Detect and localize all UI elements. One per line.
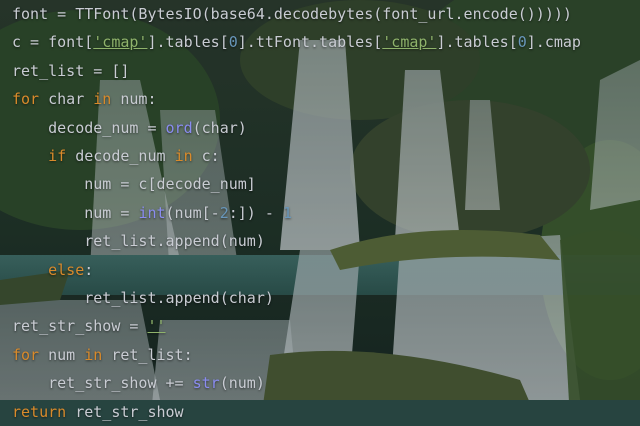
- code-token: ].cmap: [526, 33, 581, 52]
- code-token: decode_num: [66, 147, 175, 165]
- code-token: 2: [219, 203, 229, 222]
- code-token: for: [12, 90, 40, 109]
- code-token: num = c[decode_num]: [12, 175, 256, 194]
- code-editor[interactable]: font = TTFont(BytesIO(base64.decodebytes…: [0, 0, 640, 426]
- code-token: decode_num =: [12, 118, 166, 137]
- code-token: ret_list:: [102, 345, 193, 364]
- code-token: ret_str_show =: [12, 317, 148, 336]
- code-token: :]) -: [228, 203, 283, 222]
- code-token: 'cmap': [382, 33, 437, 52]
- code-token: (char): [192, 118, 247, 137]
- code-token: num:: [111, 90, 157, 109]
- code-token: str: [192, 374, 220, 393]
- code-token: ].tables[: [147, 33, 229, 52]
- code-token: for: [12, 345, 40, 364]
- code-token: num =: [12, 203, 139, 222]
- code-line: ret_list.append(num): [12, 227, 265, 255]
- code-token: :: [84, 260, 94, 279]
- code-line: font = TTFont(BytesIO(base64.decodebytes…: [12, 0, 572, 28]
- code-token: 'cmap': [93, 33, 148, 52]
- code-token: in: [84, 345, 103, 364]
- code-line: c = font['cmap'].tables[0].ttFont.tables…: [12, 28, 581, 56]
- code-line: ret_str_show = '': [12, 312, 166, 340]
- code-token: in: [174, 147, 193, 165]
- code-token: return: [12, 402, 67, 421]
- code-token: ord: [165, 118, 193, 137]
- code-token: ].tables[: [436, 33, 518, 52]
- code-line: decode_num = ord(char): [12, 114, 247, 142]
- code-token: font = TTFont(BytesIO(base64.decodebytes…: [12, 5, 572, 23]
- code-line: ret_str_show += str(num): [12, 369, 265, 397]
- code-token: c:: [192, 147, 220, 165]
- code-line: else:: [12, 256, 93, 284]
- code-line: num = int(num[-2:]) - 1: [12, 199, 292, 227]
- code-line: for char in num:: [12, 85, 157, 113]
- code-token: num: [39, 345, 85, 364]
- code-token: char: [39, 90, 94, 109]
- code-token: ret_str_show: [66, 402, 184, 421]
- code-token: '': [147, 317, 166, 336]
- code-line: num = c[decode_num]: [12, 170, 256, 198]
- code-token: ret_list = []: [12, 61, 130, 80]
- code-token: (num): [219, 374, 265, 393]
- code-token: 0: [517, 33, 527, 52]
- code-line: for num in ret_list:: [12, 341, 193, 369]
- code-token: if: [48, 147, 67, 165]
- code-token: ret_str_show +=: [12, 374, 193, 393]
- code-token: ret_list.append(num): [12, 232, 265, 251]
- code-line: return ret_str_show: [12, 398, 184, 426]
- code-line: ret_list = []: [12, 57, 129, 85]
- code-token: 0: [228, 33, 238, 52]
- code-token: c = font[: [12, 33, 94, 52]
- code-token: else: [48, 260, 85, 279]
- code-token: 1: [282, 203, 292, 222]
- code-line: ret_list.append(char): [12, 284, 274, 312]
- code-token: int: [138, 203, 166, 222]
- code-token: in: [93, 90, 112, 109]
- code-line: if decode_num in c:: [12, 142, 220, 170]
- code-token: (num[-: [165, 203, 220, 222]
- code-token: ret_list.append(char): [12, 289, 274, 307]
- code-token: ].ttFont.tables[: [237, 33, 383, 52]
